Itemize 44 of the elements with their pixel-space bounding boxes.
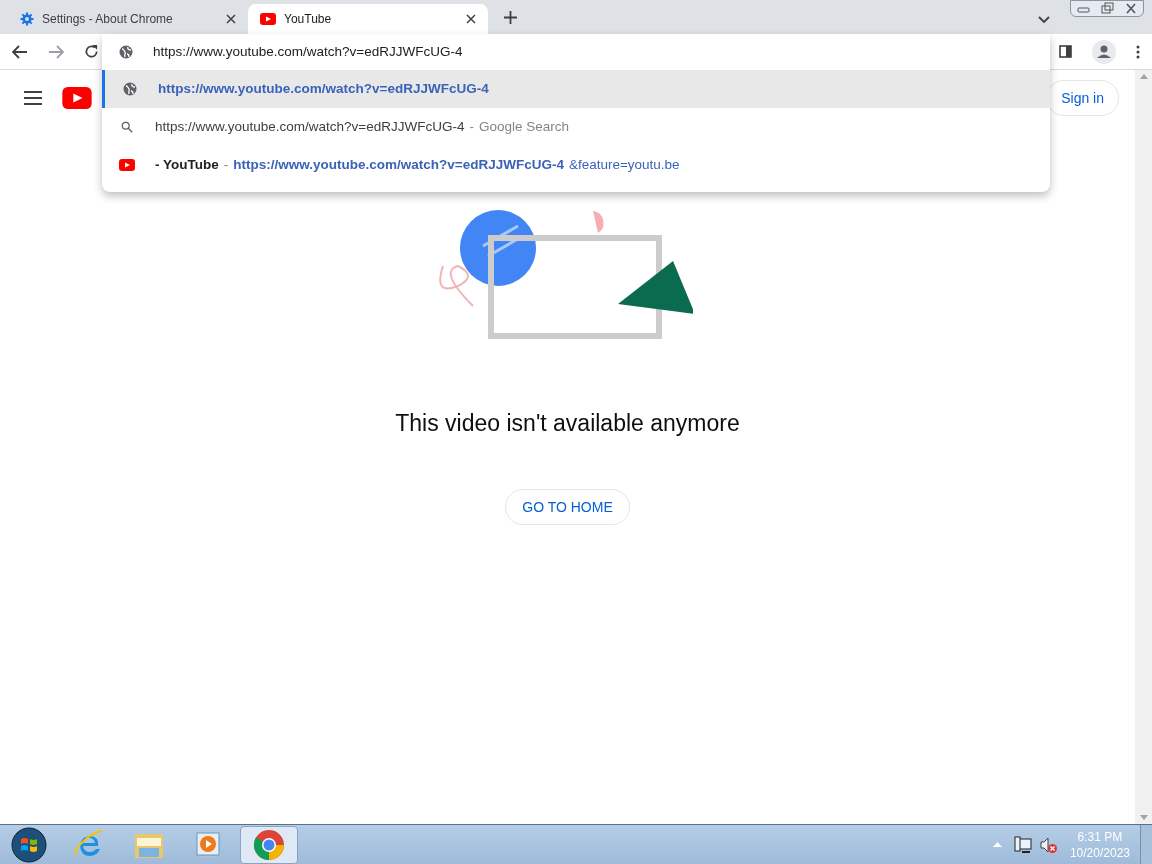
suggestion-text: - YouTube bbox=[155, 155, 219, 174]
side-panel-icon[interactable] bbox=[1059, 45, 1072, 58]
menu-icon[interactable] bbox=[24, 91, 42, 105]
scrollbar[interactable] bbox=[1135, 70, 1152, 824]
reload-icon[interactable] bbox=[84, 44, 99, 59]
suggestion-text: &feature=youtu.be bbox=[568, 155, 680, 174]
close-icon[interactable] bbox=[226, 14, 236, 24]
speaker-muted-icon[interactable] bbox=[1039, 835, 1058, 854]
browser-tab[interactable]: YouTube bbox=[248, 4, 488, 34]
chrome-icon[interactable] bbox=[253, 828, 285, 861]
globe-icon bbox=[119, 45, 133, 59]
forward-arrow-icon[interactable] bbox=[48, 44, 64, 59]
plus-icon[interactable] bbox=[504, 11, 517, 24]
profile-icon[interactable] bbox=[1092, 39, 1116, 64]
play-logo-icon bbox=[62, 87, 92, 109]
address-field[interactable]: https://www.youtube.com/watch?v=edRJJWFcUG-4 bbox=[153, 41, 1050, 63]
youtube-icon bbox=[119, 159, 135, 171]
media-player-icon[interactable] bbox=[195, 830, 223, 859]
suggestion-text: https://www.youtube.com/watch?v=edRJJWFcUG-4 bbox=[155, 117, 465, 136]
suggestion-text: - bbox=[223, 155, 229, 174]
more-options-icon[interactable] bbox=[1136, 44, 1140, 59]
tab-title: YouTube bbox=[284, 11, 333, 27]
suggestion-row[interactable]: https://www.youtube.com/watch?v=edRJJWFcUG-4 bbox=[102, 70, 1050, 108]
gear-icon bbox=[20, 12, 34, 26]
suggestion-text: https://www.youtube.com/watch?v=edRJJWFcUG-4 bbox=[233, 155, 564, 174]
suggestion-text: Google Search bbox=[479, 117, 570, 136]
tab-title: Settings - About Chrome bbox=[42, 11, 174, 27]
search-icon bbox=[121, 121, 133, 133]
start-orb-icon[interactable] bbox=[11, 826, 47, 863]
suggestion-row[interactable]: - YouTube - https://www.youtube.com/watch?v=edRJJWFcUG-4 &feature=youtu.be bbox=[102, 146, 1050, 184]
scroll-down-icon[interactable] bbox=[1139, 815, 1148, 820]
youtube-icon bbox=[260, 13, 276, 25]
back-arrow-icon[interactable] bbox=[12, 44, 28, 59]
browser-tab[interactable]: Settings - About Chrome bbox=[8, 4, 248, 34]
chevron-down-icon[interactable] bbox=[1038, 16, 1050, 24]
taskbar-item[interactable] bbox=[240, 825, 298, 864]
scroll-up-icon[interactable] bbox=[1139, 74, 1148, 79]
suggestion-text: https://www.youtube.com/watch?v=edRJJWFcUG-4 bbox=[158, 79, 489, 98]
suggestion-text: - bbox=[469, 117, 474, 136]
network-icon[interactable] bbox=[1013, 835, 1032, 854]
globe-icon bbox=[123, 82, 137, 96]
show-desktop-button[interactable] bbox=[1140, 824, 1152, 864]
close-icon[interactable] bbox=[466, 14, 476, 24]
error-message: This video isn't available anymore bbox=[395, 409, 740, 438]
